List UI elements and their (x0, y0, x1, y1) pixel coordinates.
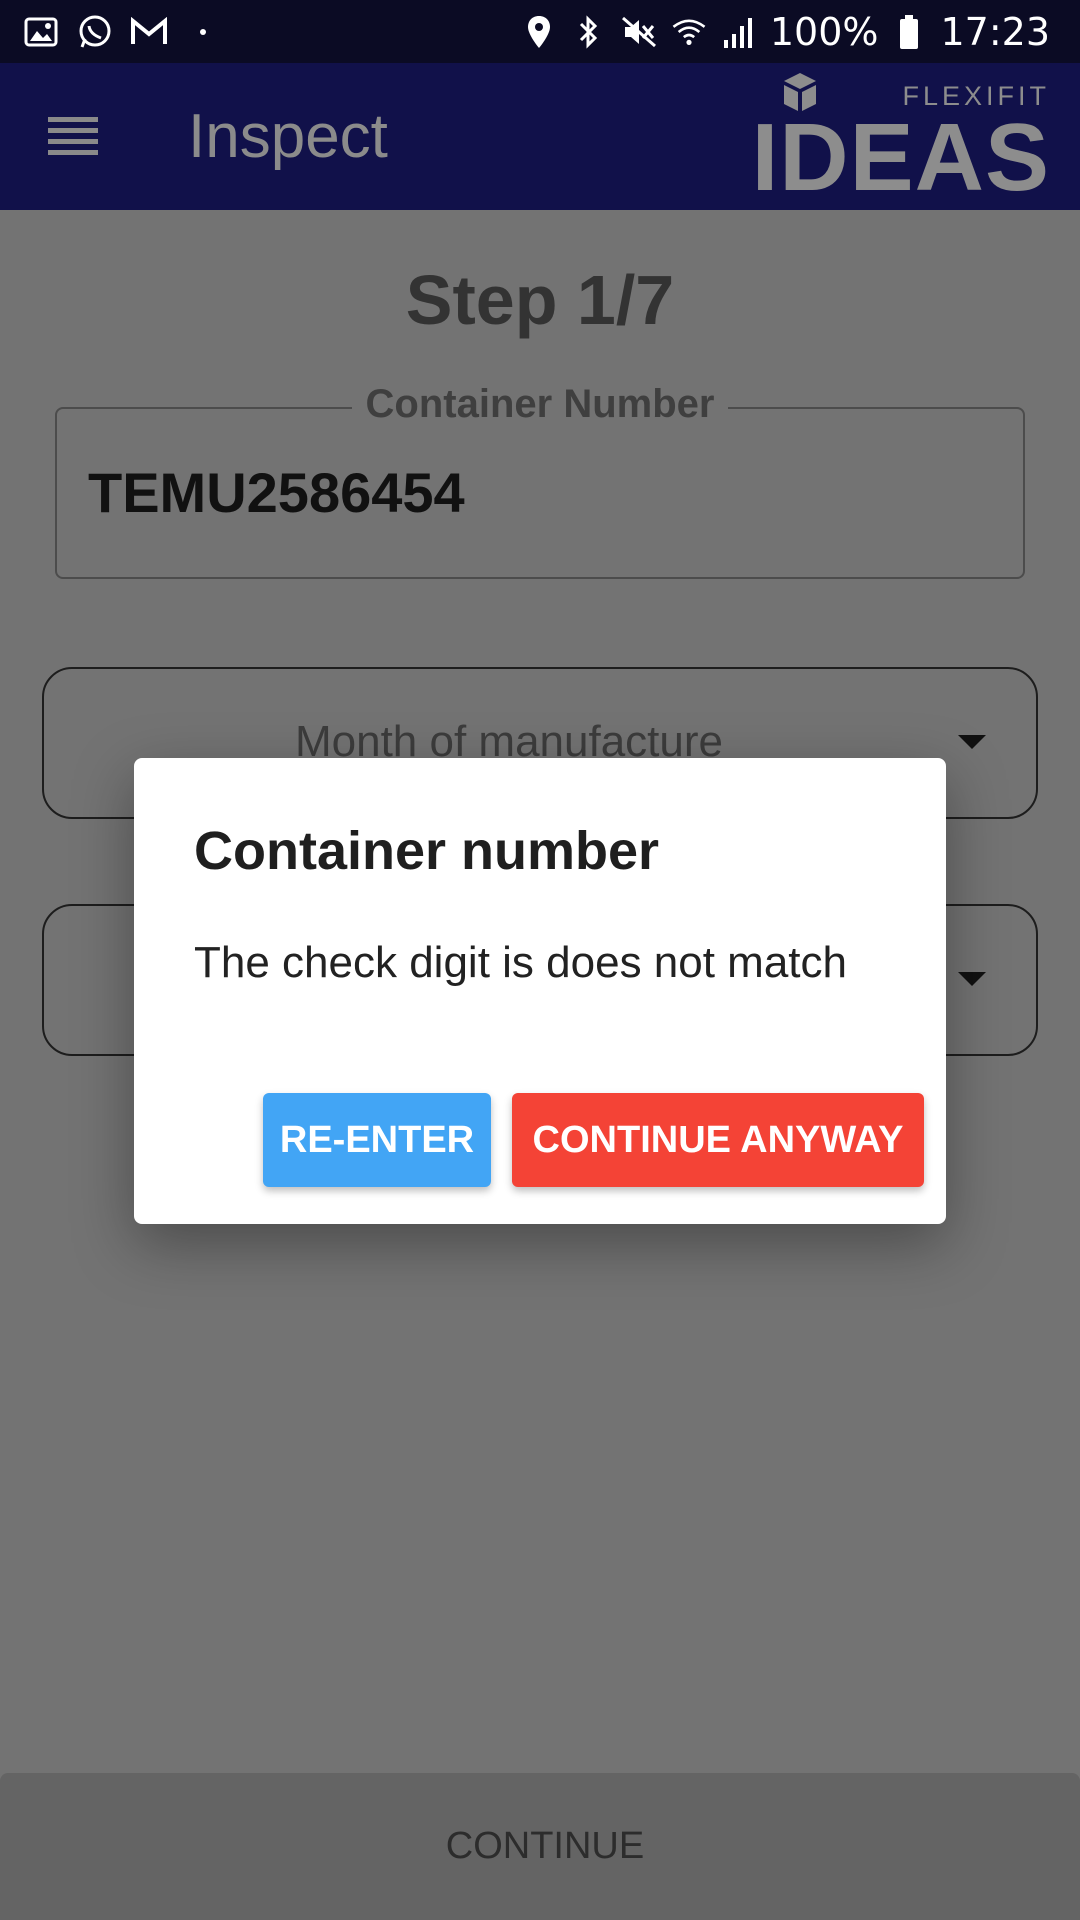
status-bar: 100% 17:23 (0, 0, 1080, 63)
dot-icon (184, 13, 222, 51)
wifi-icon (670, 13, 708, 51)
continue-anyway-button[interactable]: CONTINUE ANYWAY (512, 1093, 924, 1187)
app-bar: Inspect FLEXIFIT IDEAS (0, 63, 1080, 211)
dialog-title: Container number (194, 821, 660, 881)
step-indicator: Step 1/7 (405, 261, 675, 339)
container-number-label-text: Container Number (351, 382, 729, 426)
bluetooth-icon (570, 13, 608, 51)
re-enter-button[interactable]: RE-ENTER (263, 1093, 491, 1187)
continue-button-label: CONTINUE (445, 1825, 645, 1867)
alert-dialog: Container number The check digit is does… (134, 758, 946, 1224)
system-status: 100% 17:23 (520, 8, 1050, 56)
continue-button[interactable]: CONTINUE (0, 1773, 1080, 1920)
gmail-icon (130, 13, 168, 51)
signal-icon (720, 13, 758, 51)
dropdown-arrow-icon (958, 735, 986, 749)
location-icon (520, 13, 558, 51)
logo-ideas-text: IDEAS (751, 104, 1050, 211)
mute-icon (620, 13, 658, 51)
battery-icon (890, 13, 928, 51)
gallery-icon (22, 13, 60, 51)
container-number-value[interactable]: TEMU2586454 (88, 460, 465, 525)
brand-logo: FLEXIFIT IDEAS (752, 71, 1050, 211)
whatsapp-icon (76, 13, 114, 51)
page-title: Inspect (188, 102, 388, 171)
menu-icon[interactable] (48, 117, 98, 155)
dropdown-arrow-icon (958, 972, 986, 986)
battery-percent: 100% (769, 10, 879, 54)
clock: 17:23 (940, 10, 1050, 54)
notification-icons (22, 12, 222, 52)
dialog-message: The check digit is does not match (194, 938, 847, 987)
container-number-label: Container Number (0, 382, 1080, 427)
